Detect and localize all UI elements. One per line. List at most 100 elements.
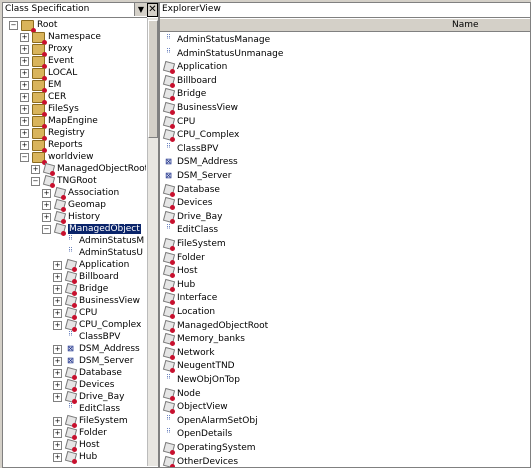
expand-icon[interactable]: + bbox=[53, 356, 62, 366]
tree-node-label[interactable]: ManagedObjectRoot bbox=[57, 164, 146, 174]
tree-node[interactable]: + FileSystem bbox=[53, 415, 128, 428]
tree-node-label[interactable]: ClassBPV bbox=[79, 332, 120, 342]
scrollbar-thumb[interactable] bbox=[148, 20, 158, 138]
list-item[interactable]: Billboard bbox=[163, 75, 217, 88]
expand-icon[interactable]: + bbox=[20, 140, 29, 150]
list-item[interactable]: ⁝⁝ EditClass bbox=[163, 224, 218, 236]
expand-icon[interactable]: + bbox=[20, 32, 29, 42]
list-item[interactable]: ⊠ DSM_Address bbox=[163, 156, 238, 168]
tree-node[interactable]: + Association bbox=[42, 187, 119, 200]
tree-node-label[interactable]: Event bbox=[48, 56, 74, 66]
tree-node[interactable]: + Application bbox=[53, 259, 129, 272]
expand-icon[interactable]: + bbox=[53, 380, 62, 390]
tree-node-label[interactable]: Namespace bbox=[48, 32, 101, 42]
expand-icon[interactable]: + bbox=[20, 104, 29, 114]
tree-node[interactable]: + MapEngine bbox=[20, 115, 98, 129]
tree-node[interactable]: + LOCAL bbox=[20, 67, 77, 81]
expand-icon[interactable]: + bbox=[53, 320, 62, 330]
list-item[interactable]: NeugentTND bbox=[163, 360, 235, 374]
tree-node[interactable]: + Registry bbox=[20, 127, 85, 141]
tree-node-label[interactable]: Root bbox=[37, 20, 57, 30]
tree-node-label[interactable]: FileSys bbox=[48, 104, 79, 114]
expand-icon[interactable]: + bbox=[20, 92, 29, 102]
tree-node[interactable]: + Billboard bbox=[53, 271, 119, 284]
collapse-icon[interactable]: − bbox=[20, 152, 29, 162]
list-item[interactable]: Drive_Bay bbox=[163, 211, 223, 224]
tree-node-label[interactable]: Drive_Bay bbox=[79, 392, 125, 402]
list-item[interactable]: Database bbox=[163, 184, 220, 197]
expand-icon[interactable]: + bbox=[53, 308, 62, 318]
tree-node[interactable]: + FileSys bbox=[20, 103, 79, 117]
list-item[interactable]: ⁝⁝ OpenAlarmSetObj bbox=[163, 414, 257, 427]
list-item[interactable]: ⁝⁝ ClassBPV bbox=[163, 142, 218, 155]
tree-node[interactable]: ⁝⁝ EditClass bbox=[53, 403, 120, 415]
tree-node-label[interactable]: AdminStatusM bbox=[79, 236, 144, 246]
expand-icon[interactable]: + bbox=[20, 44, 29, 54]
expand-icon[interactable]: + bbox=[20, 80, 29, 90]
tree-node[interactable]: − ManagedObject bbox=[42, 223, 141, 236]
tree-node-label[interactable]: Geomap bbox=[68, 200, 106, 210]
collapse-icon[interactable]: − bbox=[31, 176, 40, 186]
tree-node[interactable]: ⁝⁝ AdminStatusU bbox=[53, 247, 143, 259]
expand-icon[interactable]: + bbox=[42, 188, 51, 198]
tree-node[interactable]: + Hub bbox=[53, 451, 97, 464]
collapse-icon[interactable]: − bbox=[42, 224, 51, 234]
tree-node-label[interactable]: BusinessView bbox=[79, 296, 140, 306]
tree-node-label[interactable]: AdminStatusU bbox=[79, 248, 143, 258]
list-item[interactable]: Folder bbox=[163, 252, 205, 265]
list-item[interactable]: Network bbox=[163, 347, 215, 360]
list-item[interactable]: Location bbox=[163, 306, 215, 319]
tree-node[interactable]: + Namespace bbox=[20, 31, 101, 45]
list-item[interactable]: Application bbox=[163, 61, 227, 75]
tree-node-label[interactable]: Folder bbox=[79, 428, 107, 438]
tree-node[interactable]: ⁝⁝ ClassBPV bbox=[53, 331, 120, 343]
tree-node-label[interactable]: LOCAL bbox=[48, 68, 77, 78]
tree-node-label[interactable]: EditClass bbox=[79, 404, 120, 414]
expand-icon[interactable]: + bbox=[20, 128, 29, 138]
tree-node[interactable]: + Proxy bbox=[20, 43, 73, 57]
collapse-icon[interactable]: − bbox=[9, 20, 18, 30]
tree-node[interactable]: + Folder bbox=[53, 427, 107, 440]
tree-node[interactable]: + ⊠ DSM_Server bbox=[53, 355, 133, 367]
tree-node-label[interactable]: Bridge bbox=[79, 284, 108, 294]
expand-icon[interactable]: + bbox=[53, 284, 62, 294]
expand-icon[interactable]: + bbox=[20, 56, 29, 66]
list-item[interactable]: BusinessView bbox=[163, 102, 238, 115]
tree-node[interactable]: + Devices bbox=[53, 379, 114, 392]
expand-icon[interactable]: + bbox=[53, 260, 62, 270]
expand-icon[interactable]: + bbox=[53, 392, 62, 402]
list-item[interactable]: Interface bbox=[163, 292, 217, 306]
tree-node[interactable]: + ManagedObjectRoot bbox=[31, 163, 146, 176]
list-item[interactable]: ⊠ DSM_Server bbox=[163, 170, 231, 182]
list-item[interactable]: ObjectView bbox=[163, 401, 228, 415]
tree-node-label[interactable]: MapEngine bbox=[48, 116, 98, 126]
tree-node[interactable]: ⁝⁝ AdminStatusM bbox=[53, 235, 144, 247]
list-item[interactable]: CPU bbox=[163, 116, 195, 129]
column-header-name[interactable]: Name bbox=[160, 18, 530, 32]
tree-node-label[interactable]: Application bbox=[79, 260, 129, 270]
list-item[interactable]: ⁝⁝ OpenDetails bbox=[163, 428, 232, 440]
expand-icon[interactable]: + bbox=[31, 164, 40, 174]
expand-icon[interactable]: + bbox=[53, 296, 62, 306]
tree-node[interactable]: + Host bbox=[53, 439, 100, 452]
list-item[interactable]: Devices bbox=[163, 197, 212, 211]
expand-icon[interactable]: + bbox=[42, 200, 51, 210]
expand-icon[interactable]: + bbox=[53, 440, 62, 450]
tree-node-label[interactable]: CER bbox=[48, 92, 66, 102]
list-item[interactable]: ⁝⁝ NewObjOnTop bbox=[163, 374, 240, 386]
tree-node-label[interactable]: Association bbox=[68, 188, 119, 198]
tree-node[interactable]: − TNGRoot bbox=[31, 175, 97, 188]
tree-node-label[interactable]: FileSystem bbox=[79, 416, 128, 426]
tree-node[interactable]: + CPU bbox=[53, 307, 97, 320]
tree-node-label[interactable]: TNGRoot bbox=[57, 176, 97, 186]
expand-icon[interactable]: + bbox=[53, 416, 62, 426]
tree-node-label[interactable]: Host bbox=[79, 440, 100, 450]
list-item[interactable]: Bridge bbox=[163, 88, 206, 102]
close-pane-button[interactable]: ✕ bbox=[147, 3, 158, 17]
tree-node[interactable]: + Reports bbox=[20, 139, 83, 153]
expand-icon[interactable]: + bbox=[20, 68, 29, 78]
tree-node-label[interactable]: EM bbox=[48, 80, 61, 90]
expand-icon[interactable]: + bbox=[53, 428, 62, 438]
tree-node[interactable]: + Event bbox=[20, 55, 74, 69]
tree-node[interactable]: + Drive_Bay bbox=[53, 391, 125, 404]
